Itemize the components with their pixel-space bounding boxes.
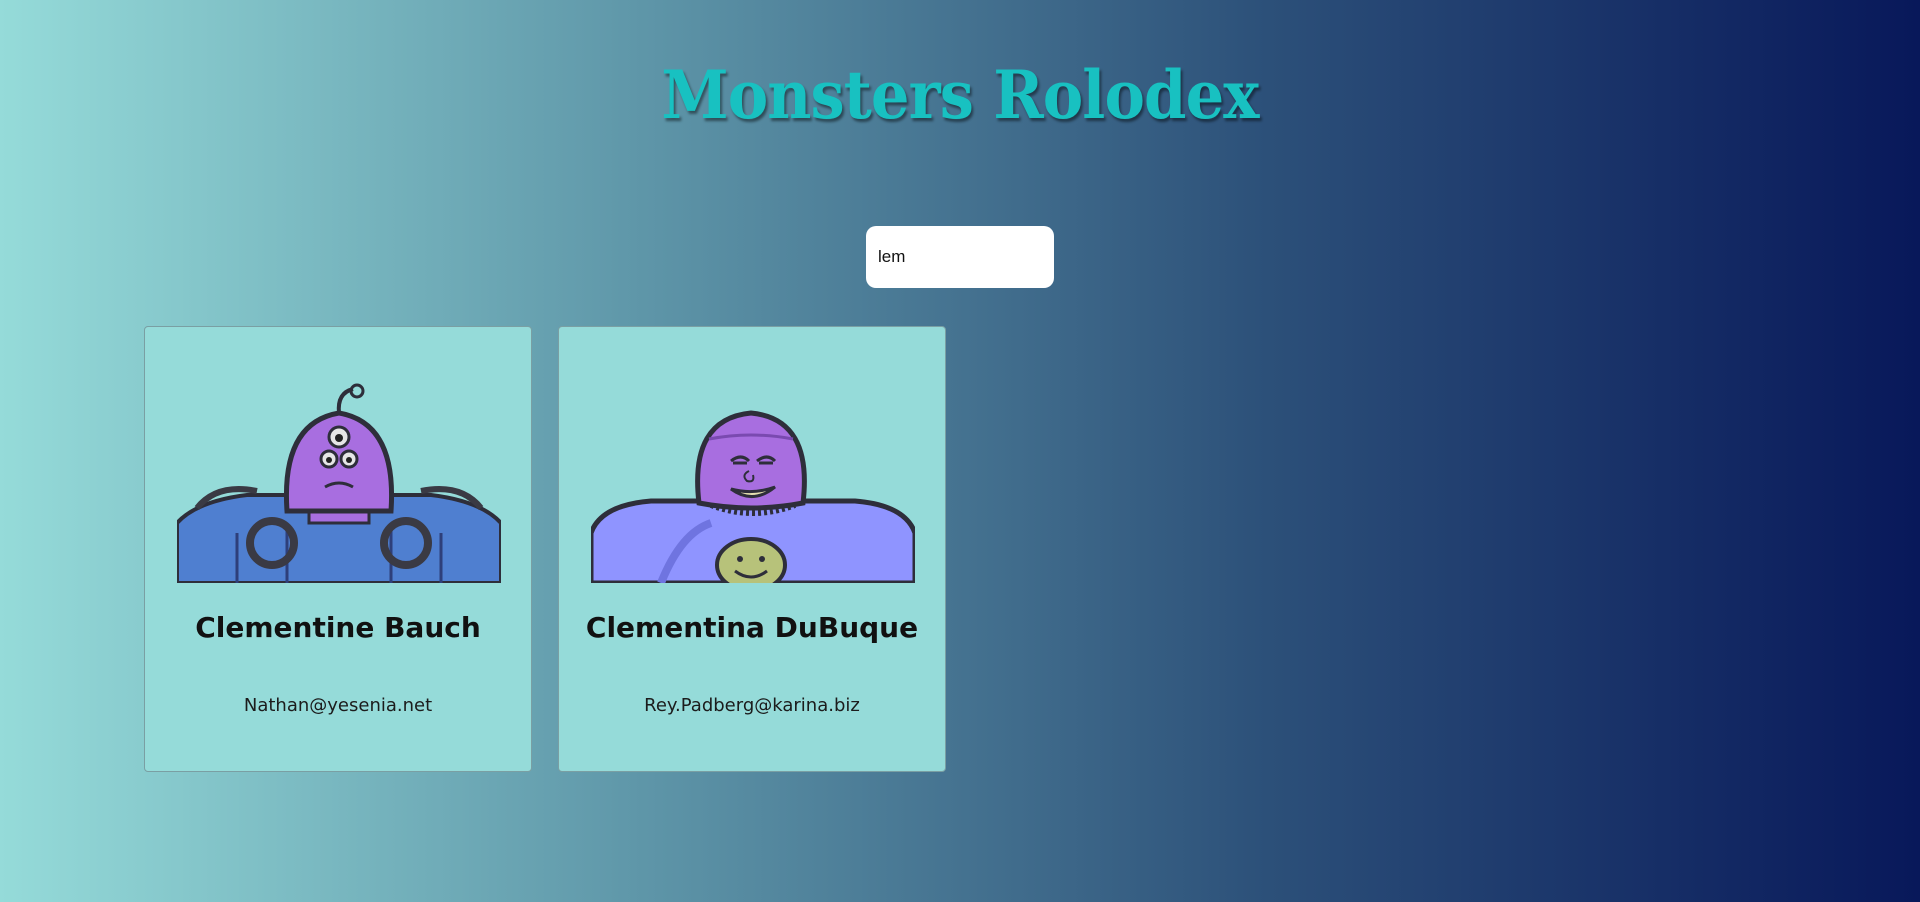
monster-email: Nathan@yesenia.net bbox=[243, 695, 433, 716]
three-eyed-monster-icon bbox=[177, 383, 501, 583]
monster-email: Rey.Padberg@karina.biz bbox=[644, 695, 860, 716]
monster-card[interactable]: Clementine Bauch Nathan@yesenia.net bbox=[144, 326, 532, 772]
page-title: Monsters Rolodex bbox=[661, 56, 1259, 134]
monster-avatar bbox=[177, 383, 501, 583]
monster-card[interactable]: Clementina DuBuque Rey.Padberg@karina.bi… bbox=[558, 326, 946, 772]
monster-name: Clementina DuBuque bbox=[585, 611, 919, 644]
monster-avatar bbox=[591, 383, 915, 583]
card-list: Clementine Bauch Nathan@yesenia.net Clem… bbox=[144, 326, 946, 772]
search-input[interactable] bbox=[866, 226, 1054, 288]
smiley-monster-icon bbox=[591, 410, 915, 583]
monster-name: Clementine Bauch bbox=[195, 611, 481, 644]
